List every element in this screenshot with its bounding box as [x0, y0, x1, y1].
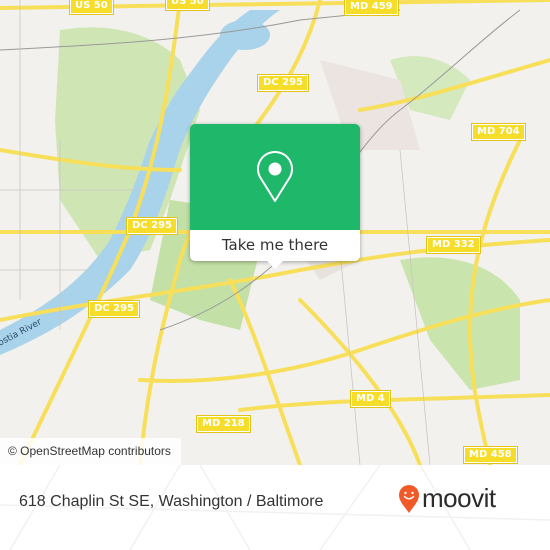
- park-area: [400, 257, 520, 390]
- route-shield: DC 295: [126, 217, 178, 235]
- lake: [220, 20, 270, 50]
- popup-pointer: [267, 261, 283, 269]
- route-shield: DC 295: [88, 300, 140, 318]
- route-shield: MD 218: [196, 415, 251, 433]
- route-shield: MD 704: [471, 123, 526, 141]
- route-shield: MD 459: [344, 0, 399, 16]
- route-shield: DC 295: [257, 74, 309, 92]
- route-shield: MD 332: [426, 236, 481, 254]
- popup-header: [190, 124, 360, 230]
- take-me-there-button[interactable]: Take me there: [190, 230, 360, 261]
- route-shield: MD 4: [350, 390, 391, 408]
- route-shield: US 50: [69, 0, 114, 15]
- map-attribution[interactable]: © OpenStreetMap contributors: [0, 438, 181, 465]
- destination-popup[interactable]: Take me there: [190, 124, 360, 269]
- moovit-pin-icon: [399, 484, 419, 513]
- road: [238, 393, 550, 412]
- footer: 618 Chaplin St SE, Washington / Baltimor…: [0, 465, 550, 550]
- moovit-logo[interactable]: moovit: [398, 483, 496, 514]
- road: [298, 298, 422, 465]
- route-shield: US 50: [165, 0, 210, 11]
- brand-name: moovit: [422, 483, 496, 513]
- map[interactable]: US 50 US 50 MD 459 DC 295 MD 704 DC 295 …: [0, 0, 550, 465]
- address-text: 618 Chaplin St SE, Washington / Baltimor…: [19, 493, 324, 510]
- route-shield: MD 458: [463, 446, 518, 464]
- map-pin-icon: [257, 151, 293, 202]
